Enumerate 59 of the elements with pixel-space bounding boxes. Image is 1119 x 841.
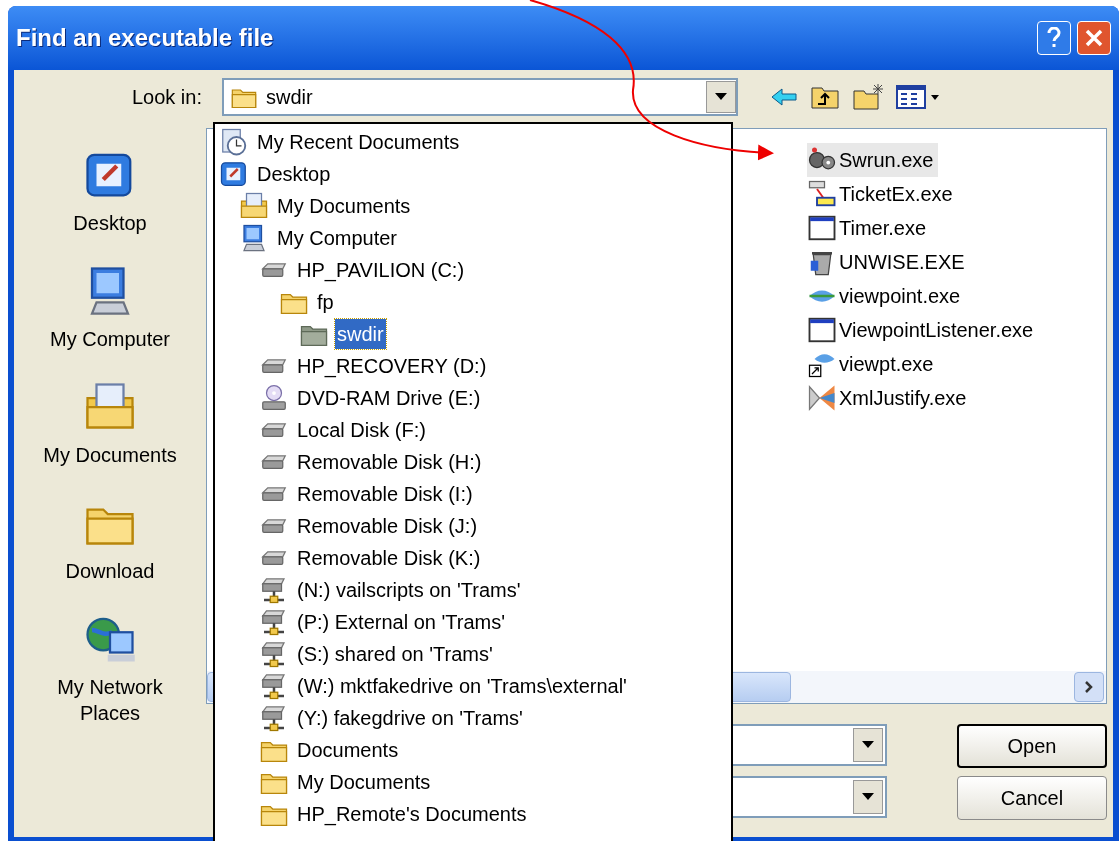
dialog-button[interactable]: Cancel <box>957 776 1107 820</box>
view-menu-icon[interactable] <box>896 84 942 110</box>
places-bar-item[interactable]: Desktop <box>25 148 195 236</box>
cd-drive-icon <box>259 383 289 413</box>
close-icon <box>1085 29 1103 47</box>
dropdown-item[interactable]: Removable Disk (J:) <box>295 511 480 541</box>
help-button[interactable] <box>1037 21 1071 55</box>
dropdown-item[interactable]: Local Disk (F:) <box>295 415 428 445</box>
look-in-value: swdir <box>266 85 314 110</box>
dropdown-item[interactable]: swdir <box>335 319 386 349</box>
places-bar-item[interactable]: My Documents <box>25 380 195 468</box>
close-button[interactable] <box>1077 21 1111 55</box>
dropdown-item[interactable]: Documents <box>295 735 401 765</box>
dropdown-item[interactable]: My Documents <box>275 191 413 221</box>
dropdown-item[interactable]: fp <box>315 287 336 317</box>
dropdown-item[interactable]: Removable Disk (I:) <box>295 479 475 509</box>
dropdown-item[interactable]: DVD-RAM Drive (E:) <box>295 383 483 413</box>
file-item[interactable]: XmlJustify.exe <box>807 381 971 415</box>
scroll-right-button[interactable] <box>1074 672 1104 702</box>
places-bar-item[interactable]: My Computer <box>25 264 195 352</box>
file-item[interactable]: Timer.exe <box>807 211 931 245</box>
window-icon <box>807 315 837 345</box>
file-item[interactable]: UNWISE.EXE <box>807 245 969 279</box>
documents-folder-icon <box>239 191 269 221</box>
dropdown-item[interactable]: (P:) External on 'Trams' <box>295 607 508 637</box>
file-item[interactable]: Swrun.exe <box>807 143 938 177</box>
dropdown-item[interactable]: (Y:) fakegdrive on 'Trams' <box>295 703 525 733</box>
window-icon <box>807 213 837 243</box>
back-arrow-icon[interactable] <box>770 87 798 107</box>
file-item[interactable]: viewpoint.exe <box>807 279 965 313</box>
dialog-button[interactable]: Open <box>957 724 1107 768</box>
dropdown-item[interactable]: Removable Disk (K:) <box>295 543 483 573</box>
look-in-label: Look in: <box>130 85 202 110</box>
clock-document-icon <box>219 127 249 157</box>
dropdown-item[interactable]: (N:) vailscripts on 'Trams' <box>295 575 523 605</box>
chevron-right-icon <box>1084 680 1094 694</box>
transfer-icon <box>807 179 837 209</box>
dropdown-item[interactable]: HP_Remote's Documents <box>295 799 529 829</box>
look-in-combo[interactable]: swdir <box>222 78 738 116</box>
dropdown-item[interactable]: HP_PAVILION (C:) <box>295 255 467 285</box>
dropdown-item[interactable]: Desktop <box>255 159 333 189</box>
prism-icon <box>807 383 837 413</box>
places-bar-item[interactable]: My Network Places <box>25 612 195 726</box>
desktop-icon <box>219 159 249 189</box>
help-icon <box>1046 27 1062 49</box>
dropdown-item[interactable]: (W:) mktfakedrive on 'Trams\external' <box>295 671 629 701</box>
window-title: Find an executable file <box>16 23 275 53</box>
dropdown-item[interactable]: (S:) shared on 'Trams' <box>295 639 495 669</box>
file-item[interactable]: ViewpointListener.exe <box>807 313 1038 347</box>
places-bar-item[interactable]: Download <box>25 496 195 584</box>
dropdown-item[interactable]: HP_RECOVERY (D:) <box>295 351 489 381</box>
up-folder-icon[interactable] <box>810 84 840 110</box>
file-item[interactable]: viewpt.exe <box>807 347 938 381</box>
dropdown-item[interactable]: My Documents <box>295 767 433 797</box>
dropdown-item[interactable]: Removable Disk (H:) <box>295 447 484 477</box>
file-item[interactable]: TicketEx.exe <box>807 177 957 211</box>
dropdown-item[interactable]: My Recent Documents <box>255 127 462 157</box>
dropdown-item[interactable]: My Computer <box>275 223 400 253</box>
new-folder-icon[interactable] <box>852 83 884 111</box>
